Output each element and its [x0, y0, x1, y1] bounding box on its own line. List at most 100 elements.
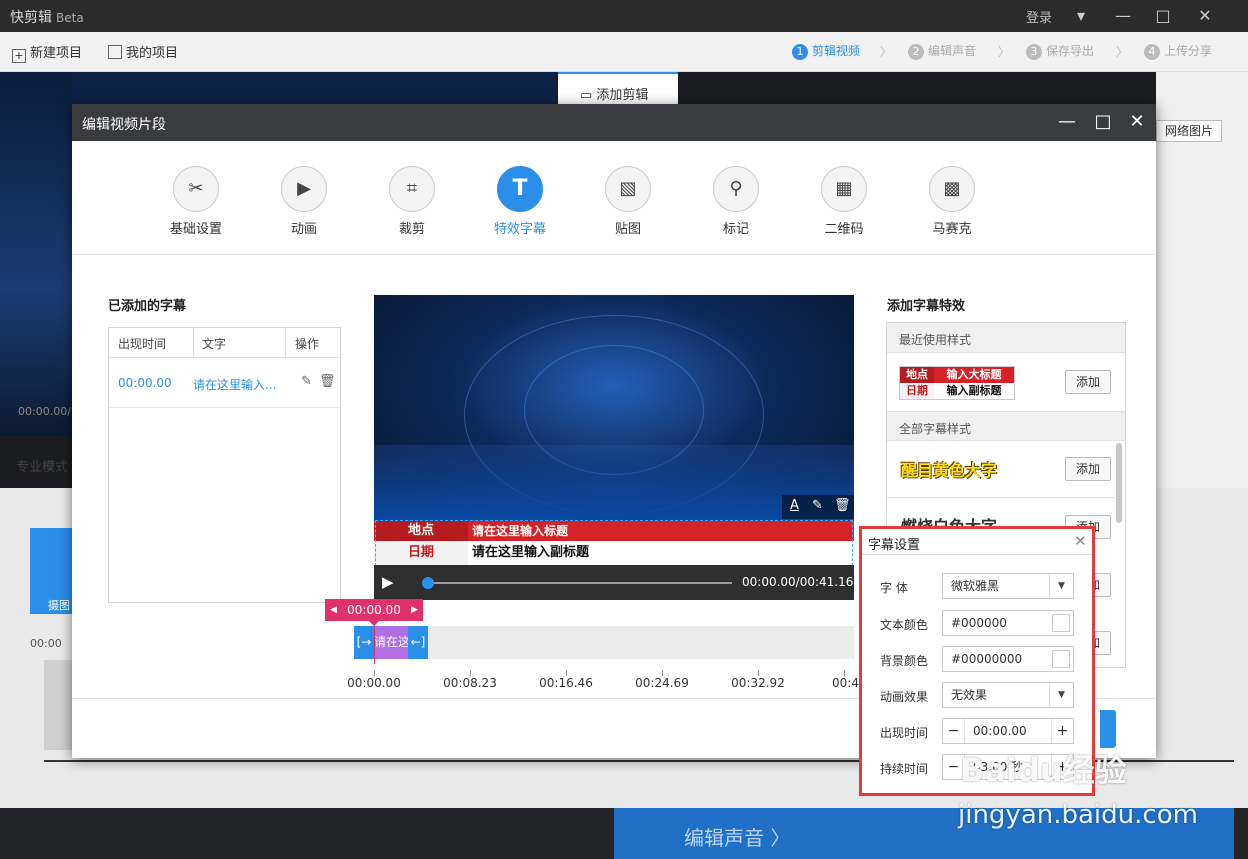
animation-label: 动画效果: [880, 690, 929, 704]
caret-right-icon[interactable]: ▶: [411, 599, 418, 621]
subtitle-clip[interactable]: [→ 请在这里输入 ←]: [354, 626, 428, 659]
menu-dropdown-icon[interactable]: ▾: [1066, 4, 1096, 28]
step-share[interactable]: 4 上传分享: [1144, 42, 1212, 60]
pro-mode-label[interactable]: 专业模式: [16, 456, 68, 475]
tick-label: 00:32.92: [731, 676, 785, 690]
col-action: 操作: [295, 337, 320, 351]
tab-scissors[interactable]: ✂ 基础设置: [156, 166, 236, 237]
tab-qrcode[interactable]: ▦ 二维码: [804, 166, 884, 237]
font-icon[interactable]: A: [790, 498, 799, 513]
tab-pin[interactable]: ⚲ 标记: [696, 166, 776, 237]
text-color-input[interactable]: #000000: [942, 610, 1074, 636]
close-icon[interactable]: ✕: [1074, 532, 1087, 550]
tab-text[interactable]: T 特效字幕: [480, 166, 560, 237]
confirm-button[interactable]: [1100, 710, 1116, 748]
animation-value: 无效果: [951, 688, 988, 702]
step-edit-video[interactable]: 1 剪辑视频: [792, 42, 860, 60]
login-link[interactable]: 登录: [1026, 7, 1052, 26]
app-titlebar: 快剪辑 Beta 登录 ▾ — □ ✕: [0, 0, 1248, 32]
duration-label: 持续时间: [880, 762, 929, 776]
clip-right-handle-icon[interactable]: ←]: [408, 626, 428, 659]
col-divider: [285, 328, 286, 358]
tab-image[interactable]: ▧ 贴图: [588, 166, 668, 237]
step-export[interactable]: 3 保存导出: [1026, 42, 1094, 60]
trash-icon[interactable]: 🗑: [834, 498, 851, 513]
new-project-label: 新建项目: [30, 46, 83, 61]
trash-icon[interactable]: 🗑: [319, 374, 336, 389]
subtitle-table: 出现时间 文字 操作 00:00.00 请在这里输入... ✎ 🗑: [108, 327, 341, 603]
video-preview[interactable]: A ✎ 🗑 地点 请在这里输入标题 日期 请在这里输入副标题 ▶ 00:00.0…: [374, 295, 854, 600]
add-style-button[interactable]: 添加: [1065, 457, 1111, 481]
minimize-icon[interactable]: —: [1108, 4, 1138, 28]
play-icon[interactable]: ▶: [382, 573, 400, 591]
progress-track[interactable]: [426, 582, 732, 584]
all-styles-header: 全部字幕样式: [887, 411, 1125, 441]
yellow-style-sample[interactable]: 醒目黄色大字: [901, 457, 997, 481]
progress-knob[interactable]: [422, 577, 434, 589]
color-swatch[interactable]: [1052, 650, 1070, 668]
start-time-label: 出现时间: [880, 726, 929, 740]
color-swatch[interactable]: [1052, 614, 1070, 632]
text-color-label: 文本颜色: [880, 618, 929, 632]
chevron-down-icon[interactable]: ▼: [1049, 683, 1073, 707]
sample-title: 输入大标题: [934, 367, 1014, 383]
fx-scrollbar[interactable]: [1116, 443, 1122, 523]
chevron-down-icon[interactable]: ▼: [1049, 574, 1073, 598]
settings-header: 字幕设置: [862, 529, 1092, 555]
tab-animation[interactable]: ▶ 动画: [264, 166, 344, 237]
close-icon[interactable]: ✕: [1190, 4, 1220, 28]
bg-color-input[interactable]: #00000000: [942, 646, 1074, 672]
maximize-icon[interactable]: □: [1148, 4, 1178, 28]
table-row[interactable]: 00:00.00 请在这里输入... ✎ 🗑: [109, 358, 340, 408]
recent-style-sample[interactable]: 地点 输入大标题 日期 输入副标题: [899, 366, 1015, 400]
recent-styles-header: 最近使用样式: [887, 323, 1125, 353]
tab-mosaic[interactable]: ▩ 马赛克: [912, 166, 992, 237]
mosaic-icon: ▩: [929, 166, 975, 212]
sample-place: 地点: [900, 367, 934, 383]
table-header: 出现时间 文字 操作: [109, 328, 340, 358]
tab-label: 动画: [290, 222, 317, 237]
watermark-url: jingyan.baidu.com: [958, 800, 1198, 830]
bg-color-label: 背景颜色: [880, 654, 929, 668]
qrcode-icon: ▦: [821, 166, 867, 212]
player-time: 00:00.00/00:41.16: [742, 575, 854, 589]
app-name: 快剪辑: [10, 10, 52, 26]
add-style-button[interactable]: 添加: [1065, 370, 1111, 394]
tick-label: 00:00.00: [347, 676, 401, 690]
bg-ruler-start: 00:00: [30, 637, 62, 650]
add-clip-label: 添加剪辑: [596, 88, 649, 103]
plus-icon[interactable]: +: [1051, 719, 1073, 743]
edit-pencil-icon[interactable]: ✎: [301, 374, 312, 389]
animation-select[interactable]: 无效果 ▼: [942, 682, 1074, 708]
dialog-minimize-icon[interactable]: —: [1054, 110, 1080, 134]
subtitle-track[interactable]: [354, 626, 854, 659]
new-project-button[interactable]: + 新建项目: [12, 42, 82, 63]
font-select[interactable]: 微软雅黑 ▼: [942, 573, 1074, 599]
style-divider: [887, 497, 1115, 498]
app-logo: 快剪辑 Beta: [10, 7, 84, 27]
start-time-value: 00:00.00: [973, 724, 1027, 738]
folder-icon: [108, 45, 122, 59]
step-label: 上传分享: [1164, 44, 1213, 58]
my-projects-button[interactable]: 我的项目: [108, 42, 178, 61]
row-time: 00:00.00: [118, 376, 172, 390]
pin-icon: ⚲: [713, 166, 759, 212]
dialog-maximize-icon[interactable]: □: [1090, 110, 1116, 134]
chevron-right-icon: 〉: [1116, 45, 1129, 59]
step-edit-audio[interactable]: 2 编辑声音: [908, 42, 976, 60]
bg-audio-track: [44, 660, 72, 750]
add-clip-tab[interactable]: ▭ 添加剪辑: [558, 72, 678, 106]
start-time-stepper[interactable]: − 00:00.00 +: [942, 718, 1074, 744]
fx-title: 添加字幕特效: [887, 299, 966, 314]
tab-crop[interactable]: ⌗ 裁剪: [372, 166, 452, 237]
caret-left-icon[interactable]: ◀: [330, 599, 337, 621]
net-image-button[interactable]: 网络图片: [1156, 120, 1222, 142]
tick-label: 00:08.23: [443, 676, 497, 690]
font-value: 微软雅黑: [951, 579, 1000, 593]
dialog-header: 编辑视频片段: [72, 104, 1156, 141]
caption-selection-box[interactable]: [375, 520, 853, 566]
playhead-flag[interactable]: ◀ 00:00.00 ▶: [325, 599, 423, 626]
edit-pencil-icon[interactable]: ✎: [812, 498, 823, 513]
dialog-close-icon[interactable]: ✕: [1124, 110, 1150, 134]
minus-icon[interactable]: −: [943, 719, 965, 743]
